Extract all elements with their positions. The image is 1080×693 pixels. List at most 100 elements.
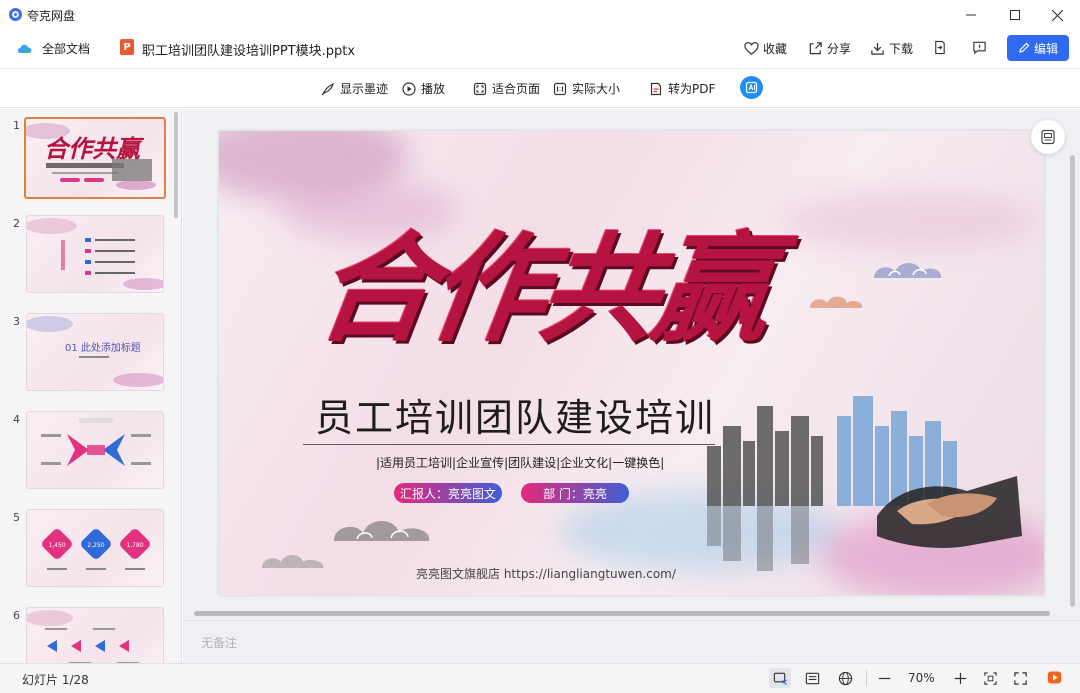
thumbnail-view-icon bbox=[1041, 129, 1055, 145]
edit-button[interactable]: 编辑 bbox=[1007, 35, 1069, 61]
fullscreen-button[interactable] bbox=[1009, 668, 1031, 688]
status-divider bbox=[866, 670, 867, 686]
fit-page-button[interactable]: 适合页面 bbox=[473, 80, 540, 97]
to-pdf-label: 转为PDF bbox=[668, 82, 716, 96]
title-divider bbox=[303, 444, 715, 445]
slide-thumbnail-5[interactable]: 1,450 2,250 1,780 bbox=[26, 509, 164, 587]
share-button[interactable]: 分享 bbox=[808, 40, 851, 57]
actual-size-button[interactable]: 实际大小 bbox=[553, 80, 620, 97]
vertical-scrollbar[interactable] bbox=[1070, 155, 1075, 607]
show-ink-button[interactable]: 显示墨迹 bbox=[321, 80, 388, 97]
actual-size-label: 实际大小 bbox=[572, 82, 621, 96]
close-icon bbox=[1051, 9, 1063, 21]
zoom-level[interactable]: 70% bbox=[908, 671, 935, 685]
thumbnail-preview bbox=[41, 418, 151, 466]
slide-thumbnail-toggle-button[interactable] bbox=[1031, 120, 1065, 154]
minimize-icon bbox=[966, 14, 976, 16]
file-name: 职工培训团队建设培训PPT模块.pptx bbox=[142, 44, 356, 59]
auspicious-cloud-icon bbox=[262, 554, 324, 568]
fit-window-icon bbox=[983, 671, 997, 685]
favorite-label: 收藏 bbox=[763, 42, 788, 56]
share-label: 分享 bbox=[827, 42, 852, 56]
thumbnail-number: 6 bbox=[13, 609, 20, 622]
convert-to-pdf-button[interactable]: 转为PDF bbox=[649, 80, 715, 97]
sidebar-scrollbar[interactable] bbox=[174, 112, 178, 218]
thumbnail-preview bbox=[27, 610, 139, 663]
thumbnail-stat: 1,450 bbox=[48, 542, 65, 549]
svg-text:合作共赢: 合作共赢 bbox=[44, 134, 145, 163]
thumbnail-preview: 1,450 2,250 1,780 bbox=[42, 529, 150, 570]
normal-view-icon bbox=[773, 672, 787, 685]
pptx-file-icon: P bbox=[120, 39, 134, 55]
thumbnail-preview: 01 此处添加标题 bbox=[27, 316, 163, 387]
auspicious-cloud-icon bbox=[874, 263, 942, 278]
close-button[interactable] bbox=[1034, 0, 1080, 30]
plus-icon bbox=[954, 672, 966, 684]
slideshow-play-icon bbox=[1047, 671, 1061, 683]
normal-view-button[interactable] bbox=[769, 668, 791, 688]
fit-window-button[interactable] bbox=[979, 668, 1001, 688]
thumbnail-number: 2 bbox=[13, 217, 20, 230]
globe-icon bbox=[838, 671, 852, 685]
maximize-icon bbox=[1010, 10, 1020, 20]
feedback-icon bbox=[973, 41, 986, 55]
notes-divider bbox=[183, 620, 1080, 621]
fullscreen-icon bbox=[1013, 671, 1027, 685]
thumbnail-stat: 2,250 bbox=[87, 542, 104, 549]
reporter-badge: 汇报人：亮亮图文 bbox=[394, 483, 502, 503]
slide-thumbnail-sidebar: 1 合作共赢 2 3 01 此处添加标题 4 5 1,450 2,250 1,7… bbox=[0, 109, 182, 663]
fit-page-icon bbox=[473, 82, 487, 95]
slide-thumbnail-1[interactable]: 合作共赢 bbox=[24, 117, 166, 199]
actual-size-icon bbox=[553, 82, 567, 95]
auspicious-cloud-icon bbox=[334, 521, 430, 541]
thumbnail-number: 5 bbox=[13, 511, 20, 524]
export-file-icon bbox=[935, 40, 945, 55]
auspicious-cloud-icon bbox=[810, 296, 863, 308]
slide-thumbnail-4[interactable] bbox=[26, 411, 164, 489]
zoom-out-button[interactable] bbox=[873, 668, 895, 688]
feedback-button[interactable] bbox=[972, 40, 987, 55]
notes-view-button[interactable] bbox=[801, 668, 823, 688]
export-button[interactable] bbox=[932, 40, 947, 55]
heart-icon bbox=[744, 42, 759, 55]
thumbnail-stat: 1,780 bbox=[126, 542, 143, 549]
calligraphy-title: 合作共赢 bbox=[307, 219, 776, 358]
thumbnail-number: 3 bbox=[13, 315, 20, 328]
maximize-button[interactable] bbox=[992, 0, 1038, 30]
download-label: 下载 bbox=[889, 42, 914, 56]
all-documents-link[interactable]: 全部文档 bbox=[42, 40, 90, 57]
slide-thumbnail-6[interactable] bbox=[26, 607, 164, 663]
show-ink-label: 显示墨迹 bbox=[340, 82, 389, 96]
title-bar bbox=[0, 0, 1080, 30]
ai-document-icon bbox=[745, 81, 758, 94]
download-button[interactable]: 下载 bbox=[870, 40, 913, 57]
play-button[interactable]: 播放 bbox=[402, 80, 445, 97]
minimize-button[interactable] bbox=[948, 0, 994, 30]
thumbnail-number: 4 bbox=[13, 413, 20, 426]
thumbnail-preview bbox=[27, 218, 163, 290]
slide-counter: 幻灯片 1/28 bbox=[22, 673, 89, 687]
thumbnail-number: 1 bbox=[13, 119, 20, 132]
ai-assistant-button[interactable] bbox=[740, 76, 763, 99]
zoom-in-button[interactable] bbox=[949, 668, 971, 688]
city-handshake-illustration bbox=[707, 396, 1022, 571]
thumbnail-caption: 01 此处添加标题 bbox=[65, 341, 141, 354]
app-logo-icon bbox=[9, 8, 22, 21]
cloud-drive-icon[interactable] bbox=[16, 40, 34, 56]
thumbnail-preview: 合作共赢 bbox=[26, 123, 156, 190]
web-view-button[interactable] bbox=[834, 668, 856, 688]
pencil-icon bbox=[1019, 42, 1030, 53]
slideshow-play-button[interactable] bbox=[1043, 667, 1065, 687]
share-icon bbox=[809, 42, 822, 55]
favorite-button[interactable]: 收藏 bbox=[744, 40, 787, 57]
ink-pen-icon bbox=[321, 82, 334, 95]
speaker-notes[interactable]: 无备注 bbox=[201, 634, 237, 651]
notes-view-icon bbox=[805, 672, 819, 684]
horizontal-scrollbar[interactable] bbox=[194, 611, 1050, 616]
slide-footer: 亮亮图文旗舰店 https://liangliangtuwen.com/ bbox=[416, 567, 676, 581]
edit-label: 编辑 bbox=[1033, 41, 1058, 56]
download-icon bbox=[871, 42, 884, 55]
pdf-convert-icon bbox=[650, 82, 662, 95]
slide-thumbnail-3[interactable]: 01 此处添加标题 bbox=[26, 313, 164, 391]
slide-thumbnail-2[interactable] bbox=[26, 215, 164, 293]
